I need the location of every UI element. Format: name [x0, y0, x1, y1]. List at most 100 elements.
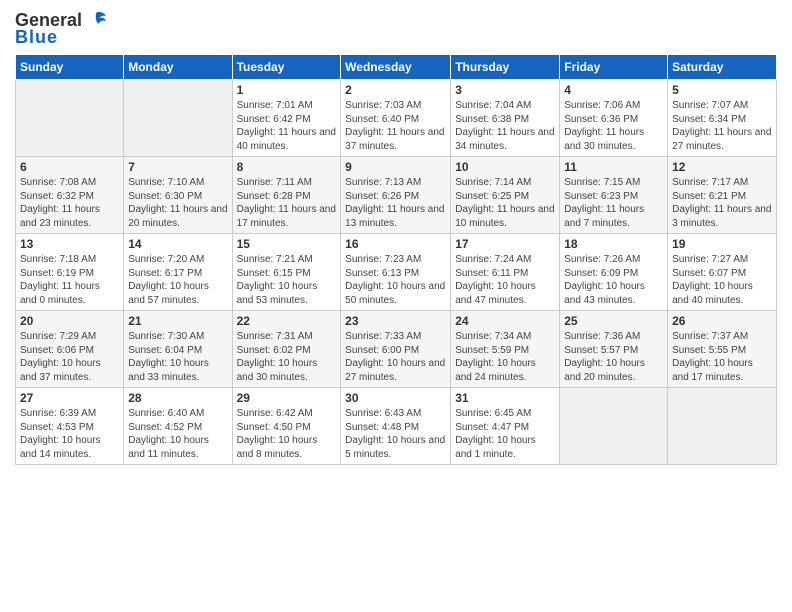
day-info: Sunrise: 7:24 AM Sunset: 6:11 PM Dayligh… — [455, 253, 555, 307]
day-info: Sunrise: 7:07 AM Sunset: 6:34 PM Dayligh… — [672, 99, 772, 153]
page: General Blue SundayMondayTuesdayWednesda… — [0, 0, 792, 612]
weekday-header-friday: Friday — [560, 55, 668, 80]
weekday-header-saturday: Saturday — [668, 55, 777, 80]
day-info: Sunrise: 7:15 AM Sunset: 6:23 PM Dayligh… — [564, 176, 663, 230]
day-number: 26 — [672, 314, 772, 328]
calendar-cell: 16Sunrise: 7:23 AM Sunset: 6:13 PM Dayli… — [341, 234, 451, 311]
calendar-cell: 1 Sunrise: 7:01 AM Sunset: 6:42 PM Daylig… — [232, 80, 341, 157]
day-info: Sunrise: 6:43 AM Sunset: 4:48 PM Dayligh… — [345, 407, 446, 461]
day-info: Sunrise: 7:11 AM Sunset: 6:28 PM Dayligh… — [237, 176, 337, 230]
day-info: Sunrise: 7:21 AM Sunset: 6:15 PM Dayligh… — [237, 253, 337, 307]
logo: General Blue — [15, 10, 108, 48]
calendar-cell: 28 Sunrise: 6:40 AM Sunset: 4:52 PM Dayli… — [124, 388, 232, 465]
day-number: 24 — [455, 314, 555, 328]
day-info: Sunrise: 7:34 AM Sunset: 5:59 PM Dayligh… — [455, 330, 555, 384]
calendar-cell: 13Sunrise: 7:18 AM Sunset: 6:19 PM Dayli… — [16, 234, 124, 311]
day-number: 23 — [345, 314, 446, 328]
day-info: Sunrise: 7:26 AM Sunset: 6:09 PM Dayligh… — [564, 253, 663, 307]
calendar-cell: 4 Sunrise: 7:06 AM Sunset: 6:36 PM Daylig… — [560, 80, 668, 157]
day-number: 2 — [345, 83, 446, 97]
logo-blue: Blue — [15, 27, 58, 48]
calendar-cell: 25Sunrise: 7:36 AM Sunset: 5:57 PM Dayli… — [560, 311, 668, 388]
day-info: Sunrise: 6:40 AM Sunset: 4:52 PM Dayligh… — [128, 407, 227, 461]
day-info: Sunrise: 7:33 AM Sunset: 6:00 PM Dayligh… — [345, 330, 446, 384]
calendar-cell: 3 Sunrise: 7:04 AM Sunset: 6:38 PM Daylig… — [451, 80, 560, 157]
day-info: Sunrise: 7:04 AM Sunset: 6:38 PM Dayligh… — [455, 99, 555, 153]
day-info: Sunrise: 6:39 AM Sunset: 4:53 PM Dayligh… — [20, 407, 119, 461]
day-info: Sunrise: 7:27 AM Sunset: 6:07 PM Dayligh… — [672, 253, 772, 307]
calendar-cell: 29 Sunrise: 6:42 AM Sunset: 4:50 PM Dayli… — [232, 388, 341, 465]
day-number: 22 — [237, 314, 337, 328]
day-number: 7 — [128, 160, 227, 174]
day-number: 29 — [237, 391, 337, 405]
logo-bird-icon — [84, 11, 108, 31]
day-number: 18 — [564, 237, 663, 251]
calendar-cell — [16, 80, 124, 157]
calendar-cell: 23 Sunrise: 7:33 AM Sunset: 6:00 PM Dayli… — [341, 311, 451, 388]
calendar-header-row: SundayMondayTuesdayWednesdayThursdayFrid… — [16, 55, 777, 80]
day-info: Sunrise: 6:45 AM Sunset: 4:47 PM Dayligh… — [455, 407, 555, 461]
weekday-header-wednesday: Wednesday — [341, 55, 451, 80]
calendar-cell: 15 Sunrise: 7:21 AM Sunset: 6:15 PM Dayli… — [232, 234, 341, 311]
day-number: 20 — [20, 314, 119, 328]
day-number: 1 — [237, 83, 337, 97]
day-number: 15 — [237, 237, 337, 251]
week-row-3: 13Sunrise: 7:18 AM Sunset: 6:19 PM Dayli… — [16, 234, 777, 311]
day-info: Sunrise: 7:20 AM Sunset: 6:17 PM Dayligh… — [128, 253, 227, 307]
calendar-cell — [668, 388, 777, 465]
calendar-cell: 18 Sunrise: 7:26 AM Sunset: 6:09 PM Dayli… — [560, 234, 668, 311]
day-info: Sunrise: 7:18 AM Sunset: 6:19 PM Dayligh… — [20, 253, 119, 307]
calendar-cell: 31 Sunrise: 6:45 AM Sunset: 4:47 PM Dayli… — [451, 388, 560, 465]
calendar-cell: 26Sunrise: 7:37 AM Sunset: 5:55 PM Dayli… — [668, 311, 777, 388]
calendar-cell: 8 Sunrise: 7:11 AM Sunset: 6:28 PM Daylig… — [232, 157, 341, 234]
calendar-cell: 7 Sunrise: 7:10 AM Sunset: 6:30 PM Daylig… — [124, 157, 232, 234]
header: General Blue — [15, 10, 777, 48]
day-number: 19 — [672, 237, 772, 251]
day-number: 5 — [672, 83, 772, 97]
day-info: Sunrise: 7:36 AM Sunset: 5:57 PM Dayligh… — [564, 330, 663, 384]
weekday-header-thursday: Thursday — [451, 55, 560, 80]
calendar-cell — [124, 80, 232, 157]
day-info: Sunrise: 7:30 AM Sunset: 6:04 PM Dayligh… — [128, 330, 227, 384]
calendar-table: SundayMondayTuesdayWednesdayThursdayFrid… — [15, 54, 777, 465]
calendar-cell: 11 Sunrise: 7:15 AM Sunset: 6:23 PM Dayli… — [560, 157, 668, 234]
day-number: 6 — [20, 160, 119, 174]
weekday-header-monday: Monday — [124, 55, 232, 80]
day-number: 8 — [237, 160, 337, 174]
calendar-cell: 22Sunrise: 7:31 AM Sunset: 6:02 PM Dayli… — [232, 311, 341, 388]
week-row-4: 20 Sunrise: 7:29 AM Sunset: 6:06 PM Dayli… — [16, 311, 777, 388]
calendar-cell: 19 Sunrise: 7:27 AM Sunset: 6:07 PM Dayli… — [668, 234, 777, 311]
calendar-cell: 20 Sunrise: 7:29 AM Sunset: 6:06 PM Dayli… — [16, 311, 124, 388]
day-number: 11 — [564, 160, 663, 174]
calendar-cell: 14Sunrise: 7:20 AM Sunset: 6:17 PM Dayli… — [124, 234, 232, 311]
day-number: 4 — [564, 83, 663, 97]
day-number: 30 — [345, 391, 446, 405]
calendar-cell: 5 Sunrise: 7:07 AM Sunset: 6:34 PM Daylig… — [668, 80, 777, 157]
day-info: Sunrise: 6:42 AM Sunset: 4:50 PM Dayligh… — [237, 407, 337, 461]
day-number: 16 — [345, 237, 446, 251]
day-info: Sunrise: 7:17 AM Sunset: 6:21 PM Dayligh… — [672, 176, 772, 230]
day-number: 9 — [345, 160, 446, 174]
day-number: 31 — [455, 391, 555, 405]
day-info: Sunrise: 7:13 AM Sunset: 6:26 PM Dayligh… — [345, 176, 446, 230]
week-row-1: 1 Sunrise: 7:01 AM Sunset: 6:42 PM Daylig… — [16, 80, 777, 157]
day-info: Sunrise: 7:01 AM Sunset: 6:42 PM Dayligh… — [237, 99, 337, 153]
calendar-cell: 21 Sunrise: 7:30 AM Sunset: 6:04 PM Dayli… — [124, 311, 232, 388]
calendar-cell: 9 Sunrise: 7:13 AM Sunset: 6:26 PM Daylig… — [341, 157, 451, 234]
calendar-cell: 24 Sunrise: 7:34 AM Sunset: 5:59 PM Dayli… — [451, 311, 560, 388]
calendar-cell: 10Sunrise: 7:14 AM Sunset: 6:25 PM Dayli… — [451, 157, 560, 234]
day-number: 28 — [128, 391, 227, 405]
day-number: 12 — [672, 160, 772, 174]
day-info: Sunrise: 7:06 AM Sunset: 6:36 PM Dayligh… — [564, 99, 663, 153]
day-number: 21 — [128, 314, 227, 328]
day-number: 3 — [455, 83, 555, 97]
day-number: 27 — [20, 391, 119, 405]
calendar-cell — [560, 388, 668, 465]
calendar-cell: 2Sunrise: 7:03 AM Sunset: 6:40 PM Daylig… — [341, 80, 451, 157]
day-info: Sunrise: 7:10 AM Sunset: 6:30 PM Dayligh… — [128, 176, 227, 230]
calendar-cell: 17 Sunrise: 7:24 AM Sunset: 6:11 PM Dayli… — [451, 234, 560, 311]
day-info: Sunrise: 7:14 AM Sunset: 6:25 PM Dayligh… — [455, 176, 555, 230]
day-info: Sunrise: 7:29 AM Sunset: 6:06 PM Dayligh… — [20, 330, 119, 384]
day-number: 17 — [455, 237, 555, 251]
calendar-cell: 30 Sunrise: 6:43 AM Sunset: 4:48 PM Dayli… — [341, 388, 451, 465]
